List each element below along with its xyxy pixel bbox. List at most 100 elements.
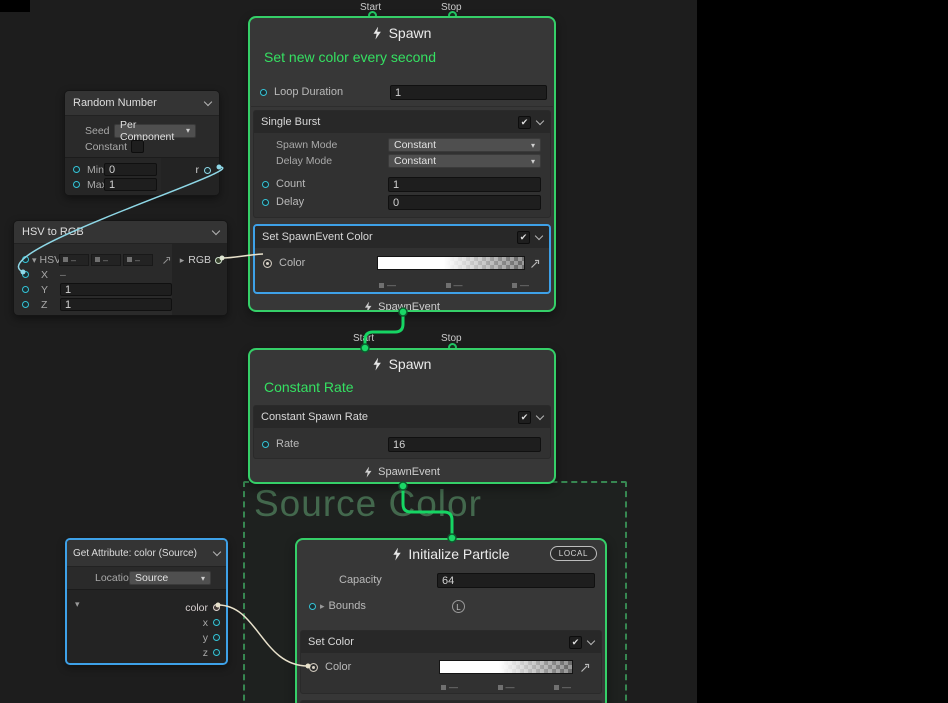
block-set-spawnevent-color[interactable]: Set SpawnEvent Color Color — — — [253, 224, 551, 294]
color-gradient-field[interactable] [439, 660, 573, 674]
hdr-picker-icon[interactable] [580, 662, 591, 673]
seed-dropdown[interactable]: Per Component [114, 124, 196, 138]
chevron-down-icon[interactable] [535, 231, 543, 239]
output-x: x [67, 615, 226, 630]
divider [251, 106, 553, 107]
input-port[interactable] [260, 89, 267, 96]
color-gradient-field[interactable] [377, 256, 525, 270]
collapse-icon[interactable] [213, 547, 221, 555]
chevron-down-icon[interactable] [536, 116, 544, 124]
block-constant-spawn-rate[interactable]: Constant Spawn Rate Rate 16 [253, 405, 551, 459]
context-note[interactable]: Set new color every second [250, 48, 554, 78]
context-title-label: Spawn [389, 25, 432, 41]
node-get-attribute-color[interactable]: Get Attribute: color (Source) Location S… [65, 538, 228, 665]
output-port[interactable] [204, 167, 211, 174]
block-enabled-checkbox[interactable] [518, 116, 531, 129]
chevron-down-icon[interactable] [536, 411, 544, 419]
row-label: Color [325, 661, 351, 673]
row-constant: Constant [65, 139, 219, 154]
group-title[interactable]: Source Color [254, 483, 482, 525]
min-field[interactable]: 0 [104, 163, 157, 176]
hdr-picker-icon[interactable] [530, 258, 541, 269]
block-enabled-checkbox[interactable] [569, 636, 582, 649]
node-header: Get Attribute: color (Source) [67, 540, 226, 567]
collapse-icon[interactable] [212, 226, 220, 234]
chevron-down-icon[interactable] [587, 636, 595, 644]
input-port[interactable] [22, 301, 29, 308]
spawn-mode-dropdown[interactable]: Constant [388, 138, 541, 152]
node-header: Random Number [65, 91, 219, 116]
row-loop-duration: Loop Duration 1 [250, 78, 554, 106]
block-enabled-checkbox[interactable] [517, 231, 530, 244]
input-port[interactable] [22, 271, 29, 278]
node-title: Get Attribute: color (Source) [73, 548, 197, 559]
vfx-graph-window: Source Color Start Stop Spawn Set new co… [0, 0, 948, 703]
input-port[interactable] [309, 603, 316, 610]
constant-checkbox[interactable] [131, 140, 144, 153]
row-label: Z [41, 299, 47, 311]
capacity-field[interactable]: 64 [437, 573, 595, 588]
output-label: y [203, 632, 208, 644]
flow-output-label: SpawnEvent [378, 301, 440, 312]
row-bounds: Bounds L [297, 592, 605, 620]
location-dropdown[interactable]: Source [129, 571, 211, 585]
node-random-number[interactable]: Random Number Seed Per Component Constan… [64, 90, 220, 196]
delay-mode-dropdown[interactable]: Constant [388, 154, 541, 168]
row-delay: Delay 0 [254, 193, 550, 211]
output-port[interactable] [215, 257, 222, 264]
input-port[interactable] [262, 181, 269, 188]
input-port[interactable] [73, 181, 80, 188]
output-y: y [67, 630, 226, 645]
loop-duration-field[interactable]: 1 [390, 85, 547, 100]
row-color-components: — — — [255, 278, 549, 292]
z-field[interactable]: 1 [60, 298, 172, 311]
block-set-color[interactable]: Set Color Color — — — [300, 630, 602, 694]
input-port[interactable] [22, 256, 29, 263]
count-field[interactable]: 1 [388, 177, 541, 192]
row-count: Count 1 [254, 175, 550, 193]
row-label: Min [87, 164, 104, 176]
output-port[interactable] [213, 649, 220, 656]
rate-field[interactable]: 16 [388, 437, 541, 452]
space-badge[interactable]: LOCAL [550, 546, 597, 561]
row-color-components: — — — [301, 681, 601, 693]
context-title-label: Spawn [389, 356, 432, 372]
node-title: HSV to RGB [22, 226, 84, 238]
max-field[interactable]: 1 [104, 178, 157, 191]
expand-arrow-icon[interactable] [162, 255, 172, 265]
row-seed: Seed Per Component [65, 122, 219, 139]
x-value: – [60, 269, 66, 281]
color-input-port[interactable] [263, 259, 272, 268]
bounds-space-toggle[interactable]: L [452, 600, 465, 613]
output-port[interactable] [213, 604, 220, 611]
output-port[interactable] [213, 634, 220, 641]
row-label: Color [279, 257, 305, 269]
input-port[interactable] [262, 199, 269, 206]
expander-icon[interactable] [32, 254, 37, 266]
output-port[interactable] [213, 619, 220, 626]
y-field[interactable]: 1 [60, 283, 172, 296]
block-enabled-checkbox[interactable] [518, 411, 531, 424]
context-title: Spawn [250, 350, 554, 378]
lightning-icon [364, 467, 372, 478]
input-port[interactable] [262, 441, 269, 448]
context-initialize-particle[interactable]: Initialize Particle LOCAL Capacity 64 Bo… [295, 538, 607, 703]
output-z: z [67, 645, 226, 660]
output-r: r [196, 164, 212, 176]
block-header: Set SpawnEvent Color [255, 226, 549, 248]
context-note[interactable]: Constant Rate [250, 378, 554, 402]
block-header: Set Color [301, 631, 601, 653]
context-spawn-1[interactable]: Spawn Set new color every second Loop Du… [248, 16, 556, 312]
node-hsv-to-rgb[interactable]: HSV to RGB HSV – – – X – Y 1 [13, 220, 228, 316]
output-color: color [67, 600, 226, 615]
collapse-icon[interactable] [204, 97, 212, 105]
expander-icon[interactable] [320, 600, 325, 612]
input-port[interactable] [73, 166, 80, 173]
block-single-burst[interactable]: Single Burst Spawn Mode Constant Delay M… [253, 110, 551, 218]
row-capacity: Capacity 64 [297, 568, 605, 592]
color-input-port[interactable] [309, 663, 318, 672]
expander-icon[interactable] [180, 254, 185, 266]
input-port[interactable] [22, 286, 29, 293]
delay-field[interactable]: 0 [388, 195, 541, 210]
context-spawn-2[interactable]: Spawn Constant Rate Constant Spawn Rate … [248, 348, 556, 484]
